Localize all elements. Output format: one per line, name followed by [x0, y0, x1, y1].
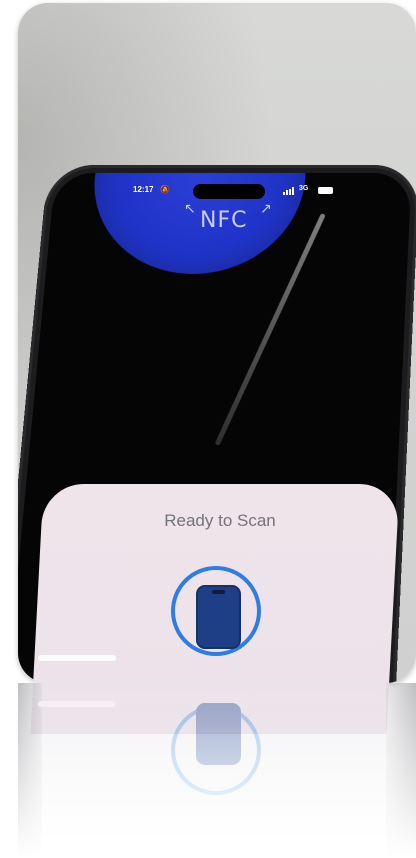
nfc-label: NFC	[200, 208, 248, 233]
status-time: 12:17	[133, 185, 154, 194]
reflection-bar	[38, 701, 116, 707]
network-type: 3G	[299, 185, 309, 192]
signal-bars-icon	[283, 187, 295, 195]
phone-icon	[196, 585, 241, 649]
nfc-indicator: ↖ NFC ↗	[184, 201, 278, 233]
arrow-up-left-icon: ↖	[184, 201, 197, 217]
scan-sheet-title: Ready to Scan	[164, 511, 276, 530]
bell-slash-icon: 🔕	[160, 185, 170, 194]
glare-bar	[38, 655, 116, 661]
screenshot-stage: 12:17 🔕 3G ↖ NFC ↗ Ready to Scan	[0, 0, 416, 858]
battery-icon	[318, 187, 333, 194]
status-bar: 12:17 🔕 3G	[105, 183, 345, 199]
dynamic-island	[193, 184, 265, 199]
reflection-phone-icon	[196, 703, 241, 765]
reflection	[18, 683, 416, 858]
arrow-up-right-icon: ↗	[260, 201, 273, 217]
